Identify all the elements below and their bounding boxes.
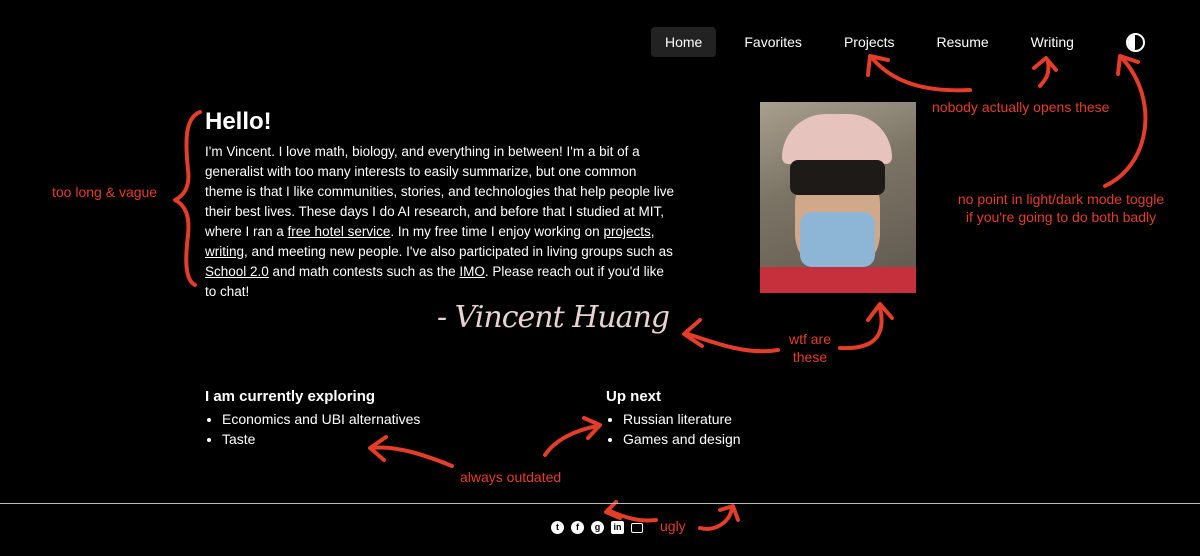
intro-section: Hello! I'm Vincent. I love math, biology…: [205, 108, 675, 302]
profile-photo: [760, 102, 916, 293]
arrow-toggle-head: [1116, 54, 1140, 76]
brace-mark: [173, 110, 202, 287]
intro-text: and math contests such as the: [268, 264, 460, 279]
annotation-outdated: always outdated: [460, 469, 562, 485]
signature: - Vincent Huang: [437, 300, 670, 335]
nav-favorites[interactable]: Favorites: [730, 27, 816, 57]
annotation-too-long: too long & vague: [52, 184, 158, 200]
list-item: Economics and UBI alternatives: [222, 409, 420, 429]
arrow-upnext-head: [582, 416, 602, 440]
arrow-projects: [870, 56, 972, 93]
annotation-text: no point in light/dark mode toggle: [957, 191, 1165, 207]
intro-text: ,: [650, 224, 655, 239]
list-item: Games and design: [623, 429, 741, 449]
annotation-toggle: no point in light/dark mode toggle if yo…: [946, 190, 1176, 226]
footer: t f g in: [0, 503, 1200, 556]
twitter-icon[interactable]: t: [551, 521, 564, 534]
facebook-icon[interactable]: f: [571, 521, 584, 534]
mail-icon[interactable]: [631, 523, 643, 533]
arrow-exploring: [370, 445, 454, 468]
github-icon[interactable]: g: [591, 521, 604, 534]
social-links: t f g in: [551, 521, 650, 534]
arrow-toggle: [1103, 56, 1148, 188]
arrow-signature-head: [682, 318, 704, 348]
writing-link[interactable]: writing: [205, 244, 244, 259]
intro-paragraph: I'm Vincent. I love math, biology, and e…: [205, 142, 675, 302]
list-item: Taste: [222, 429, 420, 449]
nav-projects[interactable]: Projects: [830, 27, 909, 57]
exploring-heading: I am currently exploring: [205, 388, 376, 405]
theme-toggle-icon[interactable]: [1125, 32, 1145, 52]
upnext-section: Up next Russian literature Games and des…: [606, 388, 741, 449]
exploring-section: I am currently exploring Economics and U…: [205, 388, 420, 449]
top-nav: Home Favorites Projects Resume Writing: [651, 27, 1145, 57]
page-title: Hello!: [205, 108, 272, 135]
upnext-heading: Up next: [606, 388, 662, 405]
linkedin-icon[interactable]: in: [611, 521, 624, 534]
intro-text: . In my free time I enjoy working on: [390, 224, 604, 239]
annotation-wtf: wtf are these: [782, 330, 838, 366]
intro-text: , and meeting new people. I've also part…: [244, 244, 673, 259]
arrow-writing-head: [1032, 56, 1058, 72]
arrow-signature: [686, 332, 780, 354]
list-item: Russian literature: [623, 409, 741, 429]
arrow-projects-head: [866, 54, 890, 77]
nav-resume[interactable]: Resume: [923, 27, 1003, 57]
nav-writing[interactable]: Writing: [1017, 27, 1088, 57]
arrow-photo-head: [866, 302, 894, 322]
school-link[interactable]: School 2.0: [205, 264, 269, 279]
imo-link[interactable]: IMO: [459, 264, 485, 279]
annotation-text: if you're going to do both badly: [965, 209, 1157, 225]
annotation-text: these: [792, 349, 828, 365]
nav-home[interactable]: Home: [651, 27, 717, 57]
free-hotel-link[interactable]: free hotel service: [288, 224, 391, 239]
annotation-text: wtf are: [788, 331, 831, 347]
projects-link[interactable]: projects: [603, 224, 650, 239]
arrow-photo: [838, 306, 884, 351]
annotation-nobody-opens: nobody actually opens these: [932, 99, 1110, 115]
arrow-upnext: [543, 424, 600, 457]
arrow-writing: [1038, 60, 1051, 88]
